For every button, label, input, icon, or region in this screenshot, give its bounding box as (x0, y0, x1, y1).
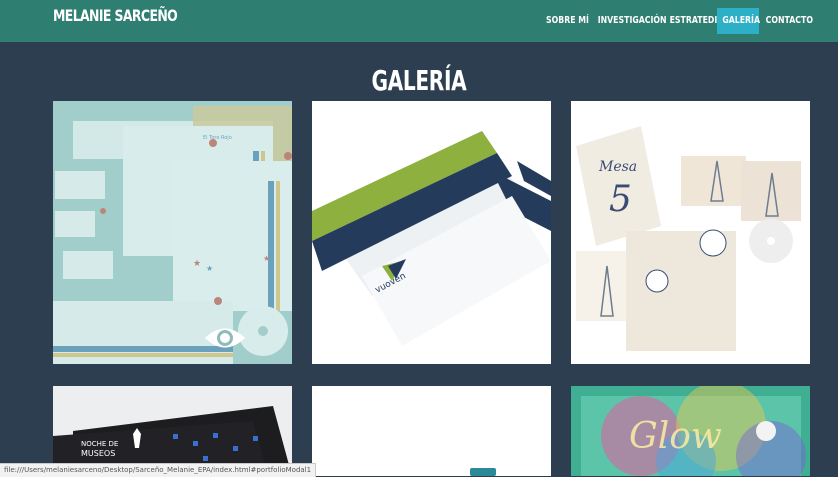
nav-galeria[interactable]: GALERÍA (717, 8, 760, 34)
product-image (312, 386, 551, 476)
brand-logo[interactable]: MELANIE SARCEÑO (53, 6, 178, 25)
stationery-image: El Toro Rojo ★ ★ ★ (53, 101, 292, 364)
nav-sobre-mi[interactable]: SOBRE MÍ (540, 8, 589, 34)
portfolio-item-product[interactable] (312, 386, 551, 476)
card4-logo-line2: MUSEOS (81, 449, 115, 458)
portfolio-item-stationery[interactable]: El Toro Rojo ★ ★ ★ (53, 101, 292, 364)
folder-image: vuoven (312, 101, 551, 364)
card3-table-label: Mesa (598, 159, 637, 175)
nav-contacto[interactable]: CONTACTO (759, 8, 813, 34)
nav-estratedia-label: ESTRATEDIA (669, 15, 724, 26)
portfolio-item-folder[interactable]: vuoven (312, 101, 551, 364)
nav-galeria-label: GALERÍA (722, 15, 760, 26)
nav-investigacion[interactable]: INVESTIGACIÓN (588, 8, 667, 34)
nav-contacto-label: CONTACTO (765, 15, 813, 26)
card4-logo-line1: NOCHE DE (81, 440, 118, 448)
nav-sobre-mi-label: SOBRE MÍ (546, 15, 589, 26)
card6-script-text: Glow (629, 416, 722, 457)
portfolio-item-glow[interactable]: Glow (571, 386, 810, 476)
wedding-image: Mesa 5 (571, 101, 810, 364)
navbar: MELANIE SARCEÑO SOBRE MÍ INVESTIGACIÓN E… (0, 0, 838, 42)
page-title: GALERÍA (0, 64, 838, 97)
portfolio-item-wedding[interactable]: Mesa 5 (571, 101, 810, 364)
glow-image: Glow (571, 386, 810, 476)
eye-icon (205, 328, 245, 348)
nav-estratedia[interactable]: ESTRATEDIA (662, 8, 724, 34)
browser-status-bar: file:///Users/melaniesarceno/Desktop/Sar… (0, 463, 317, 477)
nav-investigacion-label: INVESTIGACIÓN (597, 15, 667, 26)
page-title-text: GALERÍA (371, 64, 467, 97)
card3-table-number: 5 (609, 179, 632, 220)
